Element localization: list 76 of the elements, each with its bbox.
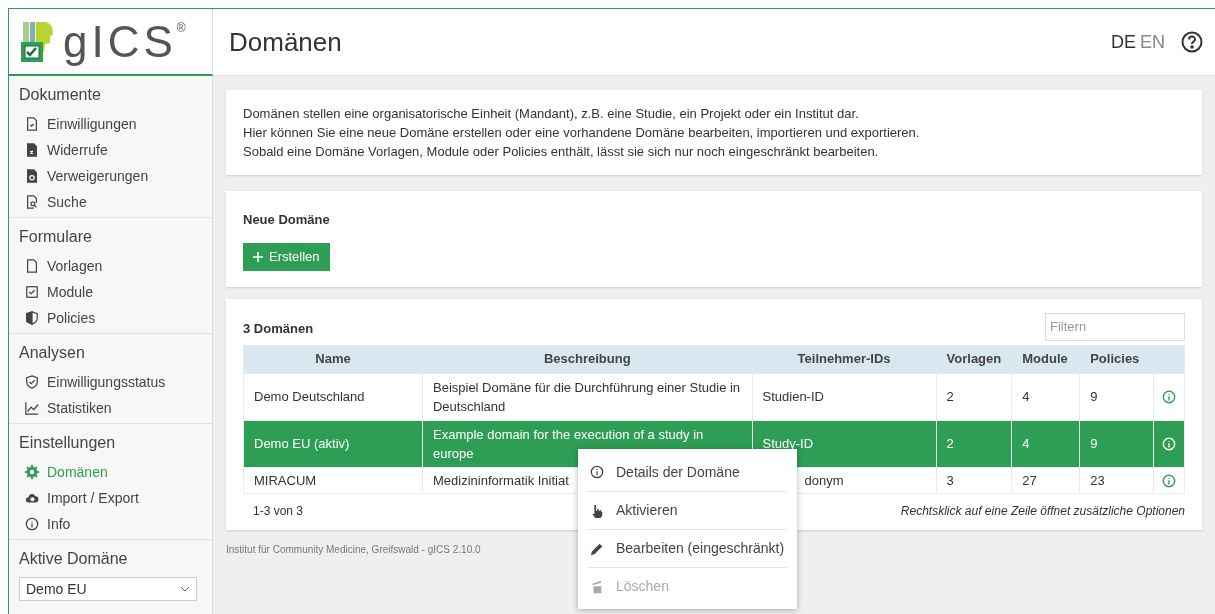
column-header[interactable]: Module bbox=[1011, 345, 1080, 373]
intro-text: Hier können Sie eine neue Domäne erstellen oder eine vorhandene Domäne bearbeiten, importieren und exportieren. bbox=[243, 124, 921, 142]
table-cell: Beispiel Domäne für die Durchführung einer Studie in Deutschland bbox=[422, 373, 753, 420]
section-heading: Analysen bbox=[19, 343, 86, 363]
page-title: Domänen bbox=[229, 25, 342, 59]
table-cell: 9 bbox=[1079, 373, 1154, 420]
section-heading: Aktive Domäne bbox=[19, 549, 129, 569]
hint-text: Rechtsklick auf eine Zeile öffnet zusätzliche Optionen bbox=[900, 502, 1185, 520]
plus-icon bbox=[253, 251, 263, 262]
table-cell: 4 bbox=[1011, 373, 1080, 420]
pencil-icon bbox=[590, 541, 604, 556]
checkbox-icon bbox=[25, 285, 39, 299]
column-header[interactable]: Vorlagen bbox=[936, 345, 1012, 373]
document-icon bbox=[25, 259, 39, 273]
info-icon[interactable] bbox=[1162, 473, 1177, 488]
intro-text: Domänen stellen eine organisatorische Einheit (Mandant), z.B. eine Studie, ein Projekt oder ein Institut dar. bbox=[243, 105, 860, 123]
card-title: Neue Domäne bbox=[243, 211, 331, 229]
domain-select[interactable]: Demo EU bbox=[19, 577, 197, 601]
gear-icon bbox=[25, 465, 39, 479]
table-row[interactable]: Demo Deutschland Beispiel Domäne für die Durchführung einer Studie in Deutschland Studien-ID 2 4 9 bbox=[243, 373, 1185, 420]
document-check-icon bbox=[25, 117, 39, 131]
sidebar-item[interactable]: Widerrufe bbox=[19, 137, 202, 163]
table-cell: 2 bbox=[936, 373, 1012, 420]
column-header[interactable]: Teilnehmer-IDs bbox=[752, 345, 937, 373]
info-icon[interactable] bbox=[1162, 390, 1177, 405]
table-cell: Demo EU (aktiv) bbox=[243, 420, 423, 467]
column-header[interactable]: Name bbox=[243, 345, 423, 373]
section-heading: Einstellungen bbox=[19, 433, 117, 453]
sidebar-item[interactable]: Verweigerungen bbox=[19, 163, 202, 189]
sidebar-item[interactable]: Policies bbox=[19, 305, 202, 331]
intro-text: Sobald eine Domäne Vorlagen, Module oder Policies enthält, lässt sie sich nur noch eingeschränkt bearbeiten. bbox=[243, 143, 880, 161]
paging-info: 1-3 von 3 bbox=[252, 502, 304, 520]
menu-item[interactable]: Bearbeiten (eingeschränkt) bbox=[588, 529, 787, 567]
footer-text: Institut für Community Medicine, Greifswald - gICS 2.10.0 bbox=[226, 542, 481, 557]
table-cell: MIRACUM bbox=[243, 467, 423, 493]
table-cell: 27 bbox=[1011, 467, 1080, 493]
sidebar-item[interactable]: Suche bbox=[19, 189, 202, 215]
document-x-icon bbox=[25, 143, 39, 157]
language-link[interactable]: EN bbox=[1140, 28, 1165, 56]
document-ban-icon bbox=[25, 169, 39, 183]
document-search-icon bbox=[25, 195, 39, 209]
help-icon[interactable] bbox=[1181, 31, 1203, 53]
menu-item[interactable]: Aktivieren bbox=[588, 491, 787, 529]
sidebar-item[interactable]: Module bbox=[19, 279, 202, 305]
language-link[interactable]: DE bbox=[1110, 28, 1136, 56]
table-cell: 3 bbox=[936, 467, 1012, 493]
shield-icon bbox=[25, 311, 39, 325]
section-heading: Formulare bbox=[19, 227, 93, 247]
sidebar-item[interactable]: Import / Export bbox=[19, 485, 202, 511]
line-chart-icon bbox=[25, 401, 39, 415]
card-title: 3 Domänen bbox=[243, 320, 314, 338]
info-icon bbox=[590, 465, 604, 479]
table-cell: Studien-ID bbox=[752, 373, 937, 420]
table-cell: 23 bbox=[1079, 467, 1154, 493]
column-header[interactable]: Policies bbox=[1079, 345, 1154, 373]
sidebar-item[interactable]: Info bbox=[19, 511, 202, 537]
info-icon bbox=[25, 517, 39, 531]
pointing-hand-icon bbox=[590, 503, 604, 518]
column-header[interactable]: Beschreibung bbox=[422, 345, 753, 373]
filter-field[interactable]: Filtern bbox=[1045, 312, 1185, 341]
sidebar-item[interactable]: Vorlagen bbox=[19, 253, 202, 279]
sidebar-item[interactable]: Einwilligungsstatus bbox=[19, 369, 202, 395]
registered-mark: ® bbox=[176, 20, 186, 37]
section-heading: Dokumente bbox=[19, 85, 102, 105]
trash-icon bbox=[590, 579, 604, 594]
logo-text: gICS bbox=[63, 19, 177, 64]
logo-icon bbox=[19, 19, 55, 64]
shield-check-icon bbox=[25, 375, 39, 389]
cloud-icon bbox=[25, 491, 39, 505]
chevron-down-icon bbox=[180, 586, 190, 592]
table-cell: 9 bbox=[1079, 420, 1154, 467]
table-cell: Demo Deutschland bbox=[243, 373, 423, 420]
sidebar-item[interactable]: Einwilligungen bbox=[19, 111, 202, 137]
table-cell: 2 bbox=[936, 420, 1012, 467]
table-cell: 4 bbox=[1011, 420, 1080, 467]
sidebar-item[interactable]: Statistiken bbox=[19, 395, 202, 421]
